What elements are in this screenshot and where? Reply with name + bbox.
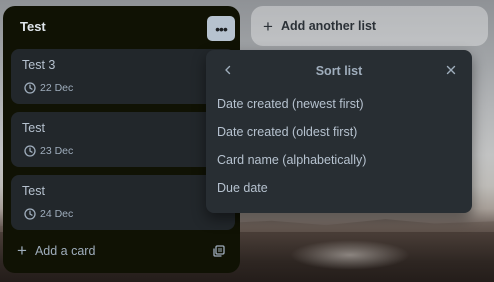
- sort-list-popover: Sort list Date created (newest first) Da…: [206, 50, 472, 213]
- sort-option-oldest[interactable]: Date created (oldest first): [217, 125, 357, 139]
- card-template-icon[interactable]: [213, 245, 225, 257]
- clock-icon: [24, 145, 36, 157]
- close-icon: [446, 65, 456, 75]
- due-date-badge[interactable]: 23 Dec: [24, 145, 73, 157]
- list-menu-button[interactable]: •••: [207, 16, 235, 41]
- card-title: Test: [22, 184, 45, 198]
- card[interactable]: Test 24 Dec: [11, 175, 235, 230]
- card-title: Test: [22, 121, 45, 135]
- list-column: Test ••• Test 3 22 Dec Test 23 Dec Test …: [3, 6, 240, 273]
- due-date-badge[interactable]: 22 Dec: [24, 82, 73, 94]
- popover-title: Sort list: [315, 64, 363, 78]
- add-list-label: Add another list: [280, 19, 377, 33]
- plus-icon: +: [263, 16, 273, 36]
- due-date-text: 23 Dec: [40, 145, 74, 157]
- due-date-text: 22 Dec: [40, 82, 74, 94]
- card-title: Test 3: [22, 58, 56, 72]
- due-date-text: 24 Dec: [40, 208, 74, 220]
- ellipsis-icon: •••: [215, 20, 228, 37]
- list-header: Test •••: [3, 6, 240, 46]
- background-snow: [290, 240, 410, 270]
- card[interactable]: Test 23 Dec: [11, 112, 235, 167]
- card[interactable]: Test 3 22 Dec: [11, 49, 235, 104]
- clock-icon: [24, 208, 36, 220]
- close-button[interactable]: [443, 62, 459, 78]
- sort-option-alphabetical[interactable]: Card name (alphabetically): [217, 153, 366, 167]
- sort-option-due-date[interactable]: Due date: [217, 181, 268, 195]
- clock-icon: [24, 82, 36, 94]
- plus-icon: +: [17, 241, 27, 260]
- list-title[interactable]: Test: [20, 19, 46, 34]
- sort-option-newest[interactable]: Date created (newest first): [217, 97, 364, 111]
- add-list-button[interactable]: + Add another list: [251, 6, 488, 46]
- add-card-label: Add a card: [34, 243, 96, 258]
- due-date-badge[interactable]: 24 Dec: [24, 208, 73, 220]
- add-card-button[interactable]: + Add a card: [17, 242, 95, 259]
